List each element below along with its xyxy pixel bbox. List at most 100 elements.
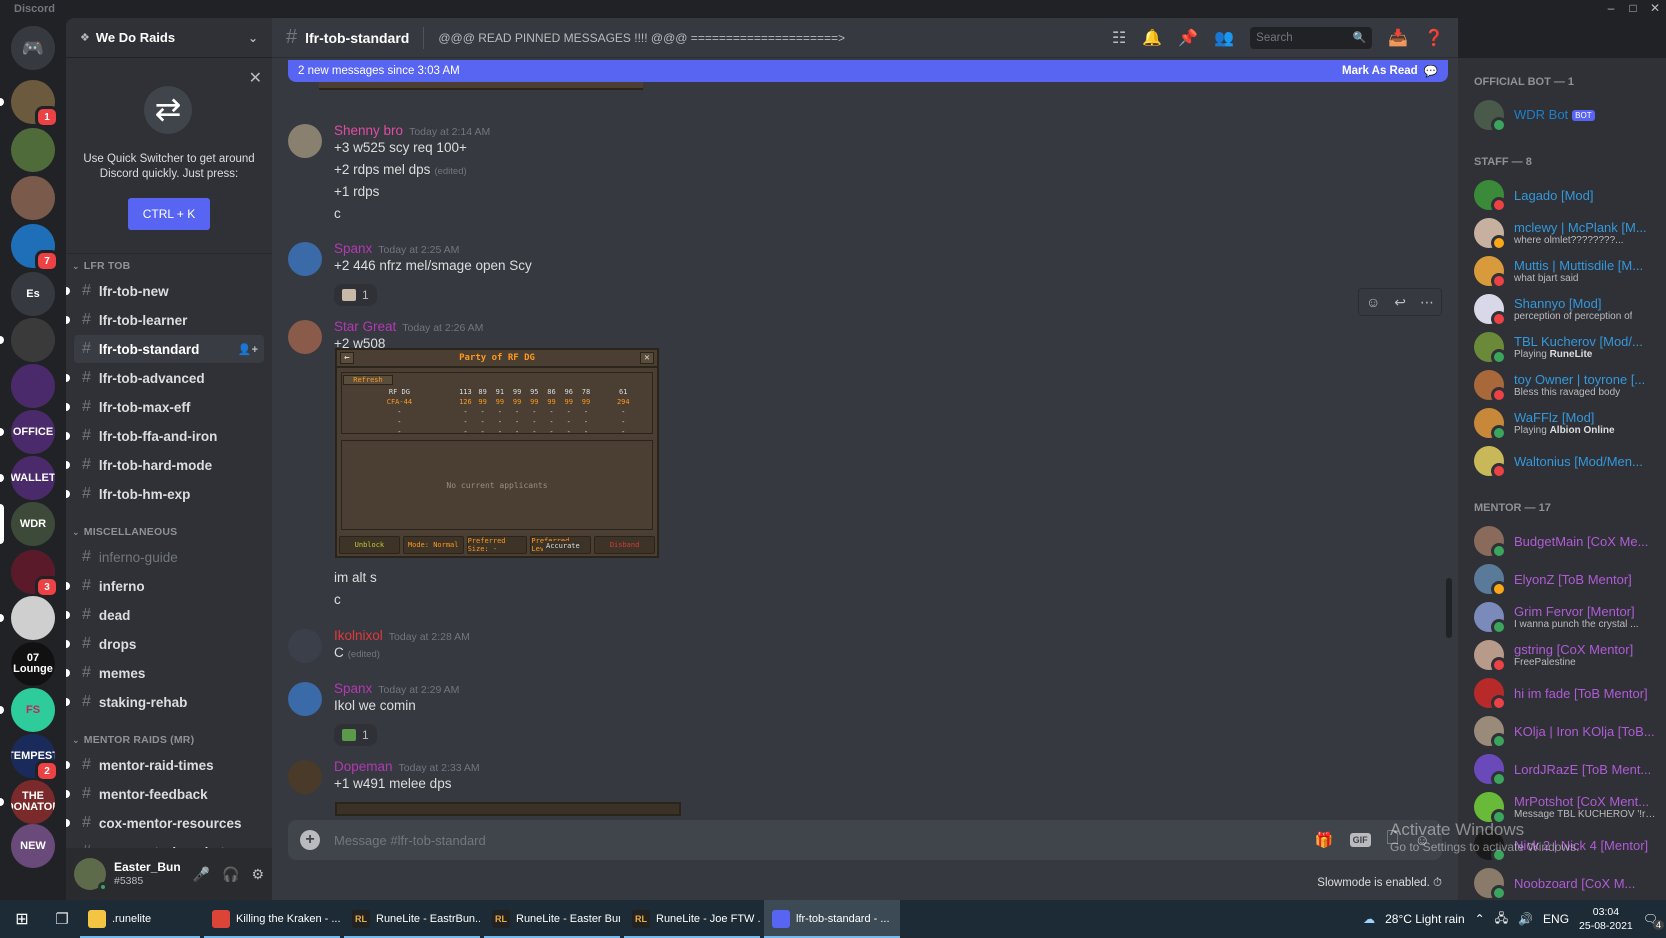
message-author[interactable]: Shenny bro [334, 123, 403, 138]
message-author[interactable]: Ikolnixol [334, 628, 383, 643]
server-icon[interactable] [11, 318, 55, 362]
channel-mentor-raid-times[interactable]: # mentor-raid-times [66, 751, 264, 779]
category-miscellaneous[interactable]: ⌄ MISCELLANEOUS [66, 522, 272, 542]
message-input[interactable]: Message #lfr-tob-standard [334, 833, 486, 848]
member-item[interactable]: toy Owner | toyrone [... Bless this ravag… [1466, 366, 1658, 404]
member-item[interactable]: MrPotshot [CoX Ment... Message TBL KUCHER… [1466, 788, 1658, 826]
attachment-preview[interactable] [335, 802, 681, 816]
channel-lfr-tob-ffa-and-iron[interactable]: # lfr-tob-ffa-and-iron [66, 422, 264, 450]
channel-inferno[interactable]: # inferno [66, 572, 264, 600]
party-screenshot[interactable]: ← Party of RF DG ✕ Refresh RF DG 113 89 91 99 95 8… [335, 348, 659, 558]
channel-lfr-tob-learner[interactable]: # lfr-tob-learner [66, 306, 264, 334]
help-icon[interactable]: ❓ [1424, 28, 1444, 48]
member-item[interactable]: LordJRazE [ToB Ment... [1466, 750, 1658, 788]
channel-staking-rehab[interactable]: # staking-rehab [66, 688, 264, 716]
taskbar-app[interactable]: .runelite [80, 900, 200, 938]
volume-icon[interactable]: 🔊 [1518, 912, 1533, 926]
language-indicator[interactable]: ENG [1543, 912, 1569, 926]
server-icon[interactable]: WALLET [11, 456, 55, 500]
server-icon[interactable]: OFFICE [11, 410, 55, 454]
server-header[interactable]: ❖ We Do Raids ⌄ [66, 18, 272, 58]
member-item[interactable]: WaFFlz [Mod] Playing Albion Online [1466, 404, 1658, 442]
channel-drops[interactable]: # drops [66, 630, 264, 658]
member-item[interactable]: Muttis | Muttisdile [M... what bjart said [1466, 252, 1658, 290]
member-item[interactable]: hi im fade [ToB Mentor] [1466, 674, 1658, 712]
pin-icon[interactable]: 📌 [1178, 28, 1198, 48]
member-item[interactable]: Grim Fervor [Mentor] I wanna punch the cr… [1466, 598, 1658, 636]
channel-lfr-tob-max-eff[interactable]: # lfr-tob-max-eff [66, 393, 264, 421]
more-icon[interactable]: ⋯ [1420, 294, 1434, 311]
sticker-icon[interactable]: 🗋 [1387, 828, 1399, 853]
channel-lfr-tob-hard-mode[interactable]: # lfr-tob-hard-mode [66, 451, 264, 479]
user-avatar[interactable] [288, 242, 322, 276]
minimize-button[interactable]: – [1600, 1, 1622, 15]
channel-lfr-tob-advanced[interactable]: # lfr-tob-advanced [66, 364, 264, 392]
server-icon[interactable]: 7 [11, 224, 59, 272]
user-avatar[interactable] [288, 682, 322, 716]
server-icon[interactable]: FS [11, 688, 55, 732]
close-icon[interactable]: ✕ [249, 68, 262, 88]
clock[interactable]: 03:04 25-08-2021 [1579, 905, 1633, 933]
server-icon[interactable] [11, 128, 55, 172]
reaction[interactable]: 1 [334, 284, 377, 306]
user-avatar[interactable] [288, 760, 322, 794]
network-icon[interactable]: 🖧 [1495, 909, 1508, 930]
server-icon[interactable]: TEMPEST2 [11, 734, 59, 782]
channel-lfr-tob-hm-exp[interactable]: # lfr-tob-hm-exp [66, 480, 264, 508]
member-item[interactable]: Noobzoard [CoX M... [1466, 864, 1658, 900]
threads-icon[interactable]: ☷ [1112, 28, 1126, 48]
channel-inferno-guide[interactable]: # inferno-guide [74, 543, 264, 571]
server-icon[interactable]: 🎮 [11, 26, 55, 70]
user-avatar[interactable] [288, 124, 322, 158]
member-item[interactable]: ElyonZ [ToB Mentor] [1466, 560, 1658, 598]
new-messages-bar[interactable]: 2 new messages since 3:03 AM Mark As Rea… [288, 60, 1448, 82]
server-icon[interactable]: 3 [11, 550, 59, 598]
user-avatar[interactable] [74, 858, 108, 892]
reaction[interactable]: 1 [334, 724, 377, 746]
bell-icon[interactable]: 🔔 [1142, 28, 1162, 48]
taskbar-app[interactable]: RL RuneLite - Easter Bun [484, 900, 620, 938]
gif-icon[interactable]: GIF [1349, 833, 1371, 847]
inbox-icon[interactable]: 📥 [1388, 28, 1408, 48]
task-view-icon[interactable]: ❐ [44, 910, 80, 928]
member-item[interactable]: WDR Bot BOT [1466, 96, 1658, 134]
message-author[interactable]: Spanx [334, 681, 372, 696]
member-item[interactable]: TBL Kucherov [Mod/... Playing RuneLite [1466, 328, 1658, 366]
channel-memes[interactable]: # memes [66, 659, 264, 687]
upload-plus-icon[interactable]: + [300, 830, 320, 850]
server-icon[interactable] [11, 176, 55, 220]
channel-topic[interactable]: @@@ READ PINNED MESSAGES !!!! @@@ ======… [438, 31, 845, 45]
gear-icon[interactable]: ⚙ [251, 866, 264, 883]
user-avatar[interactable] [288, 320, 322, 354]
message-author[interactable]: Dopeman [334, 759, 393, 774]
windows-start-icon[interactable]: ⊞ [0, 909, 44, 929]
member-item[interactable]: gstring [CoX Mentor] FreePalestine [1466, 636, 1658, 674]
channel-cox-mentor-resources[interactable]: # cox-mentor-resources [66, 809, 264, 837]
server-icon[interactable]: Es [11, 272, 55, 316]
taskbar-app[interactable]: RL RuneLite - Joe FTW ... [624, 900, 760, 938]
member-item[interactable]: Waltonius [Mod/Men... [1466, 442, 1658, 480]
server-icon[interactable] [11, 364, 55, 408]
reply-icon[interactable]: ↩ [1394, 294, 1406, 311]
server-icon[interactable]: THE DONATOR [11, 780, 55, 824]
close-button[interactable]: ✕ [1644, 1, 1666, 15]
server-icon[interactable] [11, 596, 55, 640]
chevron-up-icon[interactable]: ⌃ [1475, 912, 1485, 926]
member-item[interactable]: Lagado [Mod] [1466, 176, 1658, 214]
member-item[interactable]: BudgetMain [CoX Me... [1466, 522, 1658, 560]
weather-text[interactable]: 28°C Light rain [1385, 912, 1465, 926]
taskbar-app[interactable]: lfr-tob-standard - ... [764, 900, 900, 938]
channel-dead[interactable]: # dead [66, 601, 264, 629]
server-icon[interactable]: 1 [11, 80, 59, 128]
notification-center-icon[interactable]: 🗨 4 [1643, 912, 1664, 930]
member-item[interactable]: Nick 2 | Nick 4 [Mentor] [1466, 826, 1658, 864]
user-avatar[interactable] [288, 629, 322, 663]
message-author[interactable]: Star Great [334, 319, 396, 334]
category-lfr-tob[interactable]: ⌄ LFR TOB [66, 256, 272, 276]
member-item[interactable]: Shannyo [Mod] perception of perception of [1466, 290, 1658, 328]
message-author[interactable]: Spanx [334, 241, 372, 256]
channel-mentor-feedback[interactable]: # mentor-feedback [66, 780, 264, 808]
channel-lfr-tob-new[interactable]: # lfr-tob-new [66, 277, 264, 305]
category-mentor-raids-mr-[interactable]: ⌄ MENTOR RAIDS (MR) [66, 730, 272, 750]
member-item[interactable]: mclewy | McPlank [M... where olmlet??????… [1466, 214, 1658, 252]
